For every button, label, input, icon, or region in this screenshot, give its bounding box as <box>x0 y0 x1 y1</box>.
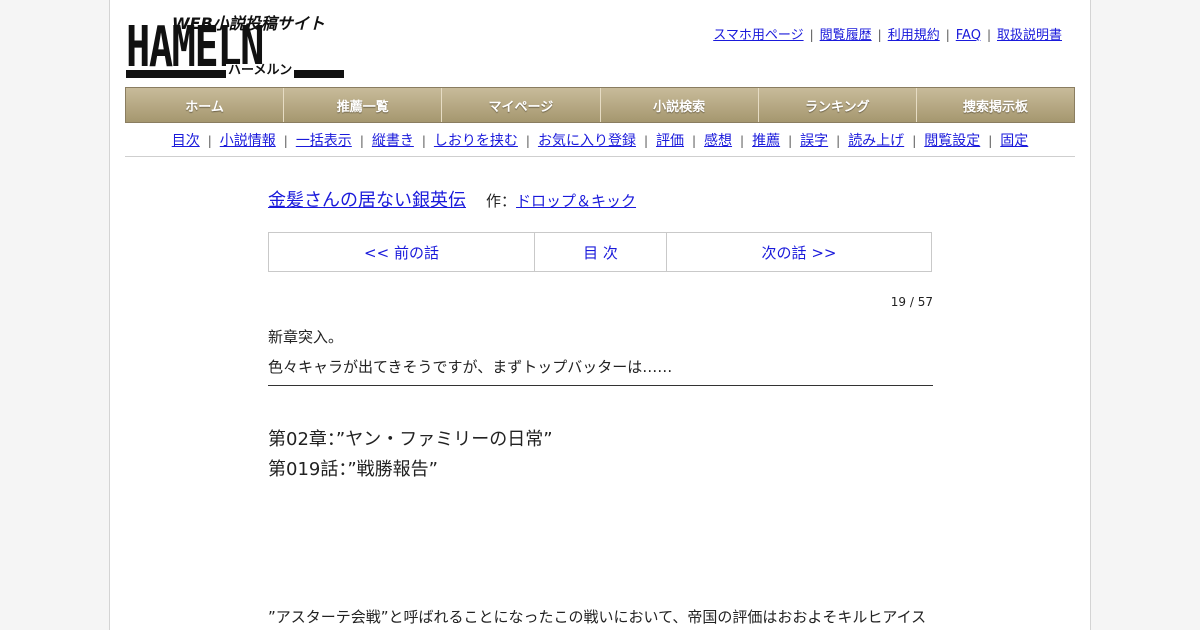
next-episode-link[interactable]: 次の話 >> <box>762 242 837 263</box>
episode-pager: << 前の話 目 次 次の話 >> <box>268 232 932 272</box>
author-link[interactable]: ドロップ＆キック <box>516 192 636 210</box>
link-terms[interactable]: 利用規約 <box>888 28 940 43</box>
link-smartphone-page[interactable]: スマホ用ページ <box>713 28 803 43</box>
separator: | <box>988 134 993 148</box>
nav-mypage[interactable]: マイページ <box>442 88 601 122</box>
preface-divider <box>268 385 933 386</box>
page-container: WEB小説投稿サイト HAMELN ハーメルン スマホ用ページ | 閲覧履歴 | 利用規… <box>109 0 1091 630</box>
hameln-logo[interactable]: WEB小説投稿サイト HAMELN ハーメルン <box>126 10 346 80</box>
nav-recommendations[interactable]: 推薦一覧 <box>284 88 443 122</box>
link-history[interactable]: 閲覧履歴 <box>820 28 872 43</box>
pager-next-cell: 次の話 >> <box>667 233 931 271</box>
pager-prev-cell: << 前の話 <box>269 233 535 271</box>
top-links: スマホ用ページ | 閲覧履歴 | 利用規約 | FAQ | 取扱説明書 <box>713 24 1062 43</box>
toc-link[interactable]: 目 次 <box>583 242 618 263</box>
nav-novel-search[interactable]: 小説検索 <box>600 88 759 122</box>
subnav-typo[interactable]: 誤字 <box>800 133 828 149</box>
pager-toc-cell: 目 次 <box>535 233 667 271</box>
novel-title-link[interactable]: 金髪さんの居ない銀英伝 <box>268 190 466 211</box>
preface-line: 新章突入。 <box>268 328 344 346</box>
separator: | <box>740 134 745 148</box>
nav-home[interactable]: ホーム <box>126 88 285 122</box>
subnav-vertical[interactable]: 縦書き <box>372 133 414 149</box>
novel-subnav: 目次 | 小説情報 | 一括表示 | 縦書き | しおりを挟む | お気に入り登録 | 評価 | 感想 | 推薦… <box>125 130 1075 150</box>
separator: | <box>877 28 882 42</box>
episode-body-line: ”アスターテ会戦”と呼ばれることになったこの戦いにおいて、帝国の評価はおおよそキ… <box>268 608 927 626</box>
subnav-favorite[interactable]: お気に入り登録 <box>538 133 636 149</box>
subnav-recommend[interactable]: 推薦 <box>752 133 780 149</box>
preface: 新章突入。 色々キャラが出てきそうですが、まずトップバッターは…… <box>268 322 672 382</box>
divider <box>125 156 1075 157</box>
subnav-rating[interactable]: 評価 <box>656 133 684 149</box>
subnav-read-aloud[interactable]: 読み上げ <box>848 133 904 149</box>
separator: | <box>359 134 364 148</box>
episode-counter: 19 / 57 <box>890 295 933 309</box>
separator: | <box>207 134 212 148</box>
subnav-comments[interactable]: 感想 <box>704 133 732 149</box>
nav-search-board[interactable]: 捜索掲示板 <box>916 88 1075 122</box>
separator: | <box>836 134 841 148</box>
separator: | <box>912 134 917 148</box>
subnav-bookmark[interactable]: しおりを挟む <box>434 133 518 149</box>
subnav-pin[interactable]: 固定 <box>1000 133 1028 149</box>
separator: | <box>283 134 288 148</box>
separator: | <box>643 134 648 148</box>
author-label: 作： <box>486 192 517 210</box>
separator: | <box>809 28 814 42</box>
separator: | <box>945 28 950 42</box>
subnav-view-settings[interactable]: 閲覧設定 <box>924 133 980 149</box>
novel-title-row: 金髪さんの居ない銀英伝 作：ドロップ＆キック <box>268 186 636 212</box>
arc-title: 第02章：”ヤン・ファミリーの日常” <box>268 429 553 450</box>
link-manual[interactable]: 取扱説明書 <box>997 28 1062 43</box>
separator: | <box>788 134 793 148</box>
prev-episode-link[interactable]: << 前の話 <box>364 242 439 263</box>
chapter-heading: 第02章：”ヤン・ファミリーの日常” 第019話：”戦勝報告” <box>268 425 553 485</box>
subnav-toc[interactable]: 目次 <box>172 133 200 149</box>
subnav-novel-info[interactable]: 小説情報 <box>220 133 276 149</box>
main-nav: ホーム 推薦一覧 マイページ 小説検索 ランキング 捜索掲示板 <box>125 87 1075 123</box>
separator: | <box>421 134 426 148</box>
separator: | <box>692 134 697 148</box>
episode-title: 第019話：”戦勝報告” <box>268 459 439 480</box>
subnav-show-all[interactable]: 一括表示 <box>296 133 352 149</box>
preface-line: 色々キャラが出てきそうですが、まずトップバッターは…… <box>268 358 673 376</box>
logo-kana: ハーメルン <box>226 63 295 78</box>
separator: | <box>525 134 530 148</box>
link-faq[interactable]: FAQ <box>956 28 981 43</box>
nav-ranking[interactable]: ランキング <box>758 88 917 122</box>
separator: | <box>986 28 991 42</box>
